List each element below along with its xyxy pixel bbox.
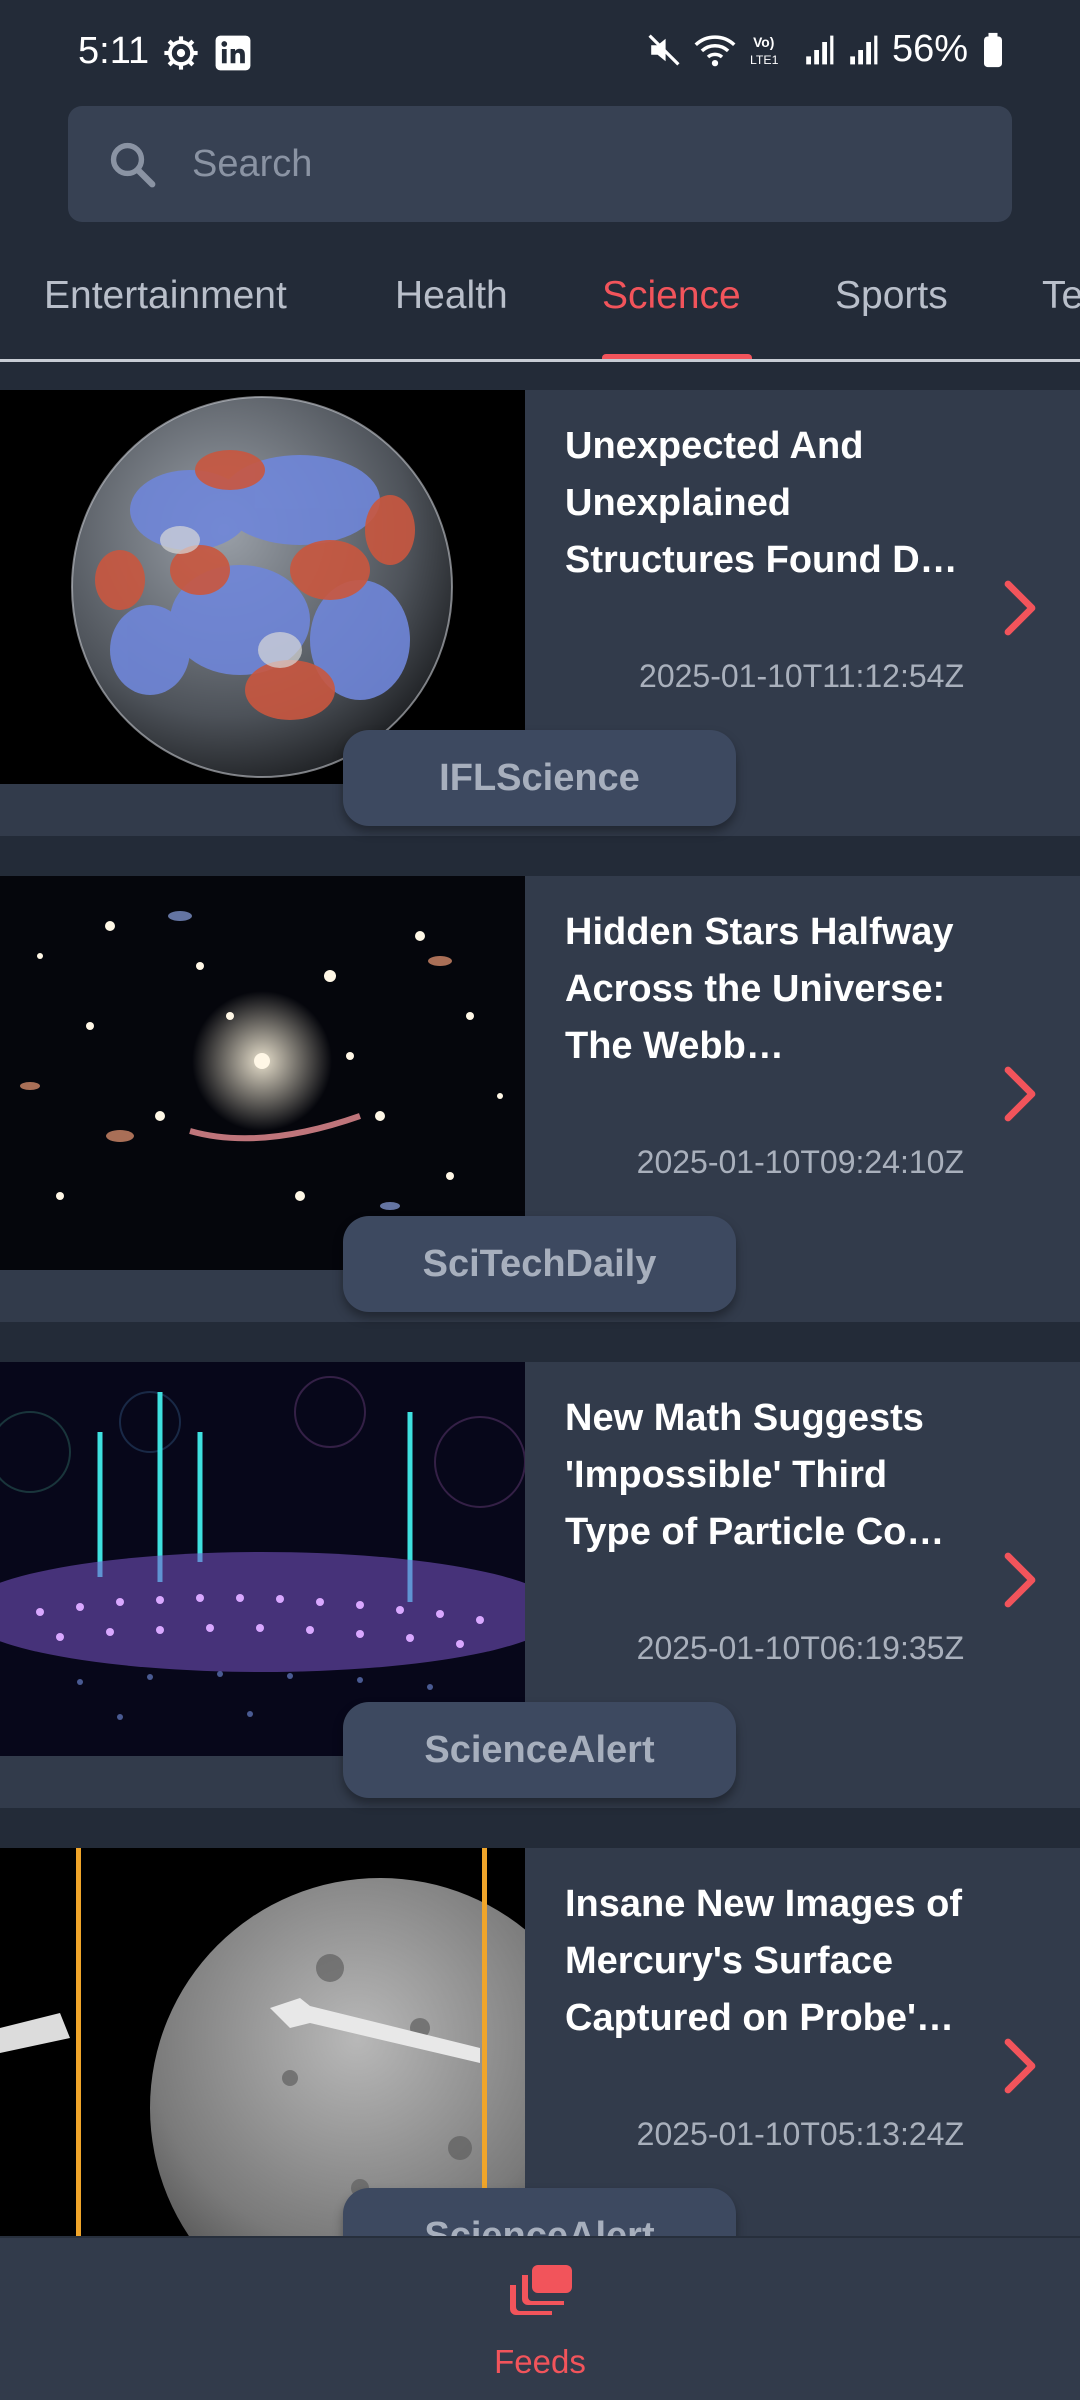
search-input[interactable] (192, 142, 972, 186)
category-tabs: Entertainment Health Science Sports Te (0, 240, 1080, 362)
article-title[interactable]: New Math Suggests 'Impossible' Third Typ… (565, 1390, 965, 1561)
article-date: 2025-01-10T05:13:24Z (636, 2116, 964, 2152)
article-thumbnail (0, 390, 525, 784)
signal-icon (848, 34, 878, 66)
status-right-icons: Vo) LTE1 56% (648, 28, 1004, 71)
wifi-icon (694, 32, 736, 68)
chevron-right-icon[interactable] (1000, 578, 1040, 638)
mute-icon (648, 32, 680, 68)
article-card[interactable]: Insane New Images of Mercury's Surface C… (0, 1848, 1080, 2294)
feeds-stack-icon (504, 2262, 576, 2329)
svg-text:LTE1: LTE1 (750, 52, 779, 66)
battery-icon (982, 32, 1004, 68)
search-bar[interactable] (68, 106, 1012, 222)
tab-technology[interactable]: Te (1042, 274, 1080, 318)
tab-entertainment[interactable]: Entertainment (44, 274, 287, 318)
article-card[interactable]: New Math Suggests 'Impossible' Third Typ… (0, 1362, 1080, 1808)
source-badge[interactable]: ScienceAlert (343, 1702, 736, 1798)
article-title[interactable]: Unexpected And Unexplained Structures Fo… (565, 418, 965, 589)
article-card[interactable]: Unexpected And Unexplained Structures Fo… (0, 390, 1080, 836)
article-thumbnail (0, 1362, 525, 1756)
tab-science[interactable]: Science (602, 274, 741, 318)
chevron-right-icon[interactable] (1000, 1550, 1040, 1610)
settings-gear-icon (162, 34, 200, 72)
source-badge[interactable]: SciTechDaily (343, 1216, 736, 1312)
source-badge[interactable]: IFLScience (343, 730, 736, 826)
status-time: 5:11 (78, 30, 150, 72)
article-date: 2025-01-10T11:12:54Z (639, 658, 964, 694)
article-date: 2025-01-10T06:19:35Z (636, 1630, 964, 1666)
status-bar: 5:11 Vo) LTE1 56% (0, 0, 1080, 100)
status-left-icons (162, 34, 252, 72)
nav-label-feeds: Feeds (494, 2343, 586, 2380)
article-thumbnail (0, 1848, 525, 2242)
svg-text:Vo): Vo) (753, 33, 774, 49)
article-date: 2025-01-10T09:24:10Z (636, 1144, 964, 1180)
nav-item-feeds[interactable]: Feeds (470, 2262, 610, 2382)
volte-icon: Vo) LTE1 (750, 32, 790, 68)
battery-percent: 56% (891, 28, 968, 70)
bottom-nav: Feeds (0, 2236, 1080, 2400)
tab-sports[interactable]: Sports (835, 274, 948, 318)
article-thumbnail (0, 876, 525, 1270)
chevron-right-icon[interactable] (1000, 2036, 1040, 2096)
tab-health[interactable]: Health (395, 274, 508, 318)
search-icon (104, 136, 160, 192)
article-title[interactable]: Insane New Images of Mercury's Surface C… (565, 1876, 965, 2047)
article-title[interactable]: Hidden Stars Halfway Across the Universe… (565, 904, 965, 1075)
article-card[interactable]: Hidden Stars Halfway Across the Universe… (0, 876, 1080, 1322)
active-tab-indicator (602, 354, 752, 359)
signal-icon (804, 34, 834, 66)
linkedin-icon (214, 34, 252, 72)
chevron-right-icon[interactable] (1000, 1064, 1040, 1124)
